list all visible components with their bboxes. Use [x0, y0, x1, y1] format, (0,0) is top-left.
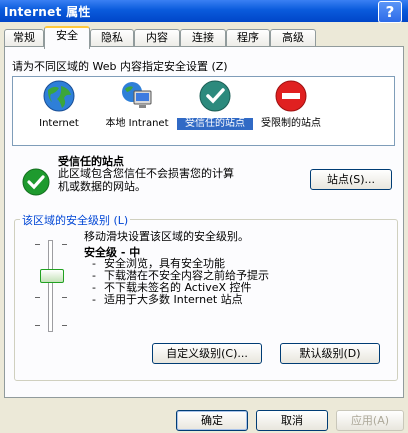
globe-icon — [43, 80, 75, 112]
slider-tick — [35, 244, 40, 245]
selected-zone-description: 此区域包含您信任不会损害您的计算机或数据的网站。 — [58, 167, 234, 193]
zone-restricted-sites[interactable]: 受限制的站点 — [253, 77, 329, 130]
help-button[interactable]: ? — [378, 1, 402, 23]
slider-hint: 移动滑块设置该区域的安全级别。 — [84, 230, 249, 243]
security-level-label: 该区域的安全级别 (L) — [20, 212, 131, 228]
zone-trusted-sites[interactable]: 受信任的站点 — [177, 77, 253, 130]
window-title: Internet 属性 — [4, 5, 91, 19]
default-level-button[interactable]: 默认级别(D) — [280, 343, 380, 364]
tab-content[interactable]: 内容 — [134, 29, 180, 47]
security-level-details: 安全浏览，具有安全功能 下载潜在不安全内容之前给予提示 不下载未签名的 Acti… — [92, 258, 269, 306]
cancel-button[interactable]: 取消 — [256, 410, 328, 431]
slider-tick — [62, 297, 67, 298]
slider-tick — [62, 325, 67, 326]
security-level-slider-thumb[interactable] — [40, 269, 64, 283]
tab-general[interactable]: 常规 — [4, 29, 44, 47]
apply-button[interactable]: 应用(A) — [336, 410, 404, 431]
tab-privacy[interactable]: 隐私 — [90, 29, 134, 47]
zone-local-intranet[interactable]: 本地 Intranet — [99, 77, 175, 130]
zone-trusted-label: 受信任的站点 — [177, 118, 253, 130]
zone-prompt: 请为不同区域的 Web 内容指定安全设置 (Z) — [12, 60, 228, 73]
zone-intranet-label: 本地 Intranet — [105, 118, 169, 129]
restricted-icon — [275, 80, 307, 112]
trusted-check-icon — [22, 168, 50, 196]
zone-list[interactable]: Internet 本地 Intranet 受信任的站点 受限制的站点 — [12, 76, 395, 146]
sites-button[interactable]: 站点(S)... — [310, 169, 392, 190]
zone-internet-label: Internet — [39, 118, 79, 129]
slider-tick — [35, 325, 40, 326]
trusted-check-icon — [199, 80, 231, 112]
slider-tick — [62, 244, 67, 245]
tab-advanced[interactable]: 高级 — [270, 29, 316, 47]
zone-restricted-label: 受限制的站点 — [261, 118, 321, 129]
security-level-slider-track[interactable] — [48, 240, 53, 332]
slider-tick — [35, 297, 40, 298]
ok-button[interactable]: 确定 — [176, 410, 248, 431]
title-bar: Internet 属性 ? — [0, 0, 408, 23]
tab-connections[interactable]: 连接 — [180, 29, 226, 47]
tab-programs[interactable]: 程序 — [226, 29, 270, 47]
zone-internet[interactable]: Internet — [21, 77, 97, 130]
intranet-icon — [122, 82, 152, 108]
list-item: 适用于大多数 Internet 站点 — [92, 294, 269, 306]
tab-security[interactable]: 安全 — [44, 26, 90, 49]
custom-level-button[interactable]: 自定义级别(C)... — [152, 343, 262, 364]
